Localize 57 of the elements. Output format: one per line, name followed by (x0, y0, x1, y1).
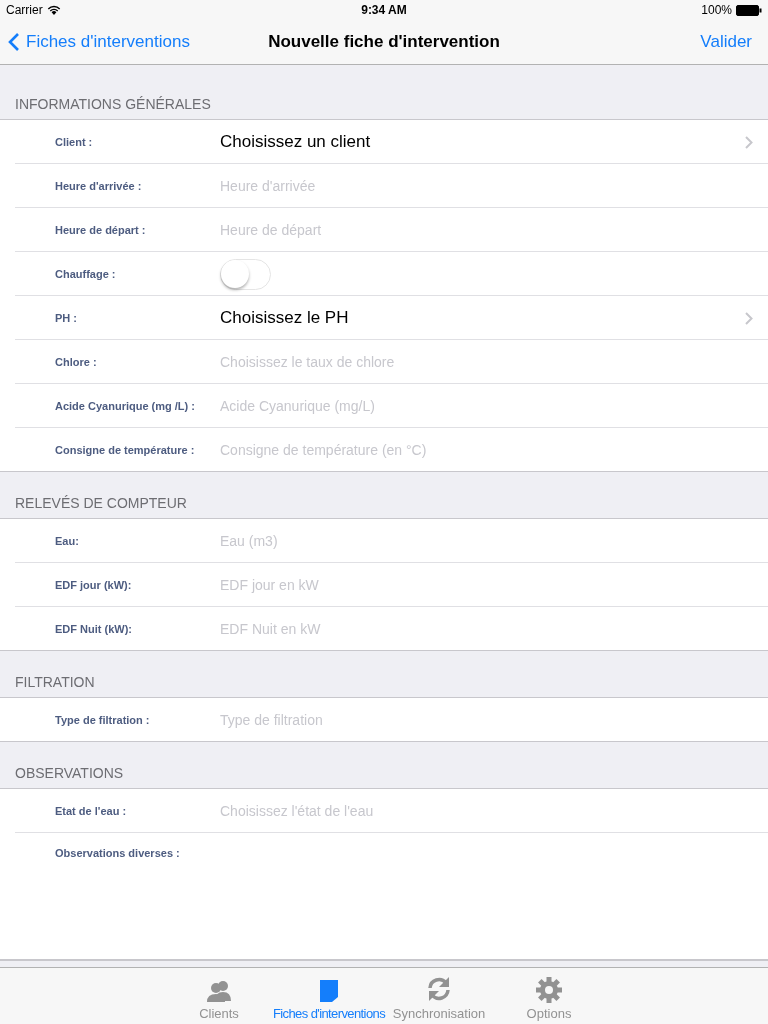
sync-icon (425, 975, 453, 1003)
input-field[interactable]: Type de filtration (220, 705, 753, 734)
form-row[interactable]: Heure de départ : Heure de départ (0, 208, 768, 252)
chevron-right-icon (745, 311, 753, 325)
form-row[interactable]: Chlore : Choisissez le taux de chlore (0, 340, 768, 384)
document-icon (319, 979, 339, 1003)
field-label: EDF Nuit (kW): (54, 622, 133, 635)
section-header: FILTRATION (15, 674, 95, 690)
nav-title: Nouvelle fiche d'intervention (268, 32, 500, 52)
field-label: Type de filtration : (54, 713, 151, 726)
field-label: Chlore : (54, 356, 98, 368)
toggle-switch[interactable] (220, 258, 271, 290)
battery-percent: 100% (701, 3, 732, 17)
field-label: Eau: (54, 535, 80, 547)
form-row[interactable]: EDF jour (kW): EDF jour en kW (0, 563, 768, 607)
settings-icon (536, 977, 562, 1003)
picker-row[interactable]: Choisissez le PH (220, 296, 768, 340)
form-row[interactable]: Consigne de température : Consigne de température (en °C) (0, 428, 768, 471)
input-field[interactable]: Choisissez l'état de l'eau (220, 797, 753, 825)
people-icon (206, 979, 232, 1003)
field-label: Heure d'arrivée : (54, 180, 143, 192)
field-label: Observations diverses : (54, 847, 181, 859)
form-row[interactable]: Heure d'arrivée : Heure d'arrivée (0, 164, 768, 208)
input-field[interactable]: Acide Cyanurique (mg/L) (220, 392, 753, 420)
field-label: Consigne de température : (54, 443, 196, 456)
input-field[interactable]: Heure de départ (220, 216, 753, 244)
input-field[interactable]: Eau (m3) (220, 527, 753, 555)
section-header: INFORMATIONS GÉNÉRALES (15, 96, 211, 112)
field-label: EDF jour (kW): (54, 579, 133, 591)
battery-icon (736, 4, 762, 16)
input-field[interactable]: Choisissez le taux de chlore (220, 348, 753, 376)
form-row[interactable]: Acide Cyanurique (mg /L) : Acide Cyanurique (mg/L) (0, 384, 768, 428)
field-label: Heure de départ : (54, 224, 147, 236)
chevron-left-icon (8, 32, 20, 52)
form-row[interactable]: Eau: Eau (m3) (0, 519, 768, 563)
tab-item[interactable]: Fiches d'interventions (274, 968, 384, 1024)
picker-row[interactable]: Choisissez un client (220, 120, 768, 164)
validate-button[interactable]: Valider (700, 32, 752, 52)
carrier-name: Carrier (6, 3, 43, 17)
back-button[interactable]: Fiches d'interventions (8, 32, 190, 52)
input-field[interactable]: Heure d'arrivée (220, 172, 753, 200)
section-header: OBSERVATIONS (15, 765, 124, 781)
section-header: RELEVÉS DE COMPTEUR (15, 495, 187, 511)
field-label: Chauffage : (54, 268, 117, 280)
input-field[interactable]: EDF Nuit en kW (220, 614, 753, 643)
form-row[interactable]: EDF Nuit (kW): EDF Nuit en kW (0, 607, 768, 650)
status-time: 9:34 AM (361, 3, 407, 17)
chevron-right-icon (745, 135, 753, 149)
field-label: Acide Cyanurique (mg /L) : (54, 400, 196, 412)
wifi-icon (46, 5, 61, 15)
field-label: Client : (54, 136, 94, 148)
form-row[interactable]: Type de filtration : Type de filtration (0, 698, 768, 741)
form-row[interactable]: Etat de l'eau : Choisissez l'état de l'eau (0, 789, 768, 833)
input-field[interactable]: Consigne de température (en °C) (220, 435, 753, 464)
input-field[interactable]: EDF jour en kW (220, 571, 753, 599)
field-label: PH : (54, 312, 78, 324)
field-label: Etat de l'eau : (54, 805, 128, 817)
